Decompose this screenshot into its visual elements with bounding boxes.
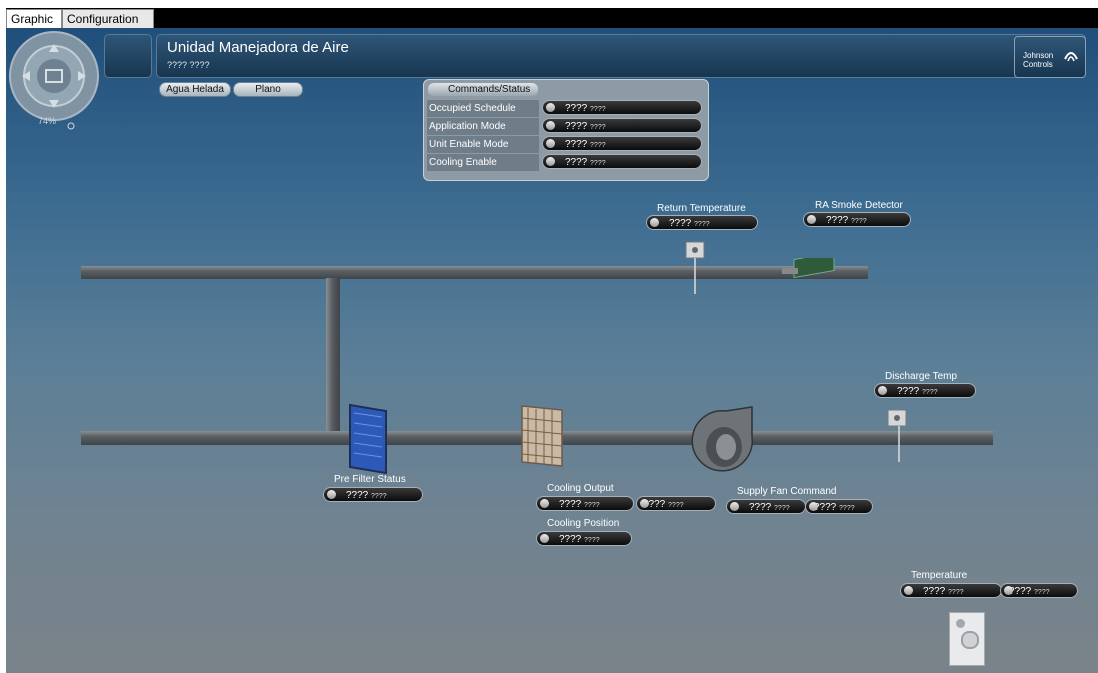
pre-filter-label: Pre Filter Status bbox=[334, 474, 406, 485]
tab-strip bbox=[6, 8, 1098, 28]
tab-bar: Graphic Configuration bbox=[0, 0, 1098, 28]
commands-title: Commands/Status bbox=[448, 84, 531, 95]
command-label: Application Mode bbox=[427, 118, 539, 135]
smoke-detector-label: RA Smoke Detector bbox=[815, 200, 903, 211]
discharge-temp-value[interactable]: ???? ???? bbox=[874, 383, 976, 398]
commands-status-header[interactable]: Commands/Status bbox=[428, 83, 538, 96]
temperature-sensor-icon bbox=[685, 241, 705, 294]
tab-configuration[interactable]: Configuration bbox=[62, 9, 154, 28]
smoke-detector-value[interactable]: ???? ???? bbox=[803, 212, 911, 227]
command-row: Application Mode ???? ???? bbox=[427, 118, 703, 135]
header-left-panel bbox=[104, 34, 152, 78]
supply-fan-value-1[interactable]: ???? ???? bbox=[726, 499, 806, 514]
jci-logo-icon bbox=[1064, 52, 1078, 62]
thermostat-device bbox=[949, 612, 985, 666]
temperature-label: Temperature bbox=[911, 570, 968, 581]
return-temperature-value[interactable]: ???? ???? bbox=[646, 215, 758, 230]
cooling-coil-icon bbox=[521, 405, 563, 467]
zoom-level: 74% bbox=[38, 116, 57, 126]
discharge-sensor-icon bbox=[887, 409, 907, 462]
johnson-controls-logo: Johnson Controls bbox=[1014, 36, 1086, 78]
pre-filter-value[interactable]: ???? ???? bbox=[323, 487, 423, 502]
thermostat-indicator bbox=[956, 619, 965, 628]
command-row: Occupied Schedule ???? ???? bbox=[427, 100, 703, 117]
pan-zoom-icon bbox=[9, 31, 99, 130]
command-value[interactable]: ???? ???? bbox=[542, 136, 702, 151]
cooling-position-label: Cooling Position bbox=[547, 518, 620, 529]
thermostat-dial-icon bbox=[961, 631, 979, 649]
navigation-control[interactable]: 74% bbox=[6, 28, 110, 138]
return-temperature-label: Return Temperature bbox=[657, 203, 746, 214]
plano-button[interactable]: Plano bbox=[233, 82, 303, 97]
temperature-value-2[interactable]: ???? ???? bbox=[1000, 583, 1078, 598]
page-title: Unidad Manejadora de Aire bbox=[167, 39, 349, 56]
command-row: Unit Enable Mode ???? ???? bbox=[427, 136, 703, 153]
command-value[interactable]: ???? ???? bbox=[542, 118, 702, 133]
graphic-canvas: 74% Unidad Manejadora de Aire ???? ???? … bbox=[6, 28, 1098, 673]
return-air-duct bbox=[81, 266, 868, 279]
command-label: Occupied Schedule bbox=[427, 100, 539, 117]
page-subtitle: ???? ???? bbox=[167, 60, 210, 70]
command-label: Cooling Enable bbox=[427, 154, 539, 171]
tab-graphic[interactable]: Graphic bbox=[6, 9, 62, 28]
commands-status-panel: Commands/Status Occupied Schedule ???? ?… bbox=[423, 79, 709, 181]
agua-helada-button[interactable]: Agua Helada bbox=[159, 82, 231, 97]
supply-fan-label: Supply Fan Command bbox=[737, 486, 837, 497]
cooling-position-value[interactable]: ???? ???? bbox=[536, 531, 632, 546]
page-header: Unidad Manejadora de Aire ???? ???? bbox=[156, 34, 1086, 78]
temperature-value-1[interactable]: ???? ???? bbox=[900, 583, 1002, 598]
cooling-output-value-2[interactable]: ???? ???? bbox=[636, 496, 716, 511]
command-row: Cooling Enable ???? ???? bbox=[427, 154, 703, 171]
smoke-detector-icon bbox=[782, 258, 835, 279]
command-value[interactable]: ???? ???? bbox=[542, 154, 702, 169]
cooling-output-value-1[interactable]: ???? ???? bbox=[536, 496, 634, 511]
cooling-output-label: Cooling Output bbox=[547, 483, 614, 494]
command-value[interactable]: ???? ???? bbox=[542, 100, 702, 115]
agua-helada-label: Agua Helada bbox=[166, 84, 224, 95]
tab-label: Configuration bbox=[67, 12, 139, 26]
pre-filter-icon bbox=[349, 403, 387, 475]
supply-fan-icon bbox=[691, 406, 753, 472]
tab-label: Graphic bbox=[11, 12, 54, 26]
vertical-duct bbox=[326, 278, 340, 436]
command-label: Unit Enable Mode bbox=[427, 136, 539, 153]
plano-label: Plano bbox=[255, 84, 281, 95]
supply-fan-value-2[interactable]: ???? ???? bbox=[805, 499, 873, 514]
discharge-temp-label: Discharge Temp bbox=[885, 371, 958, 382]
